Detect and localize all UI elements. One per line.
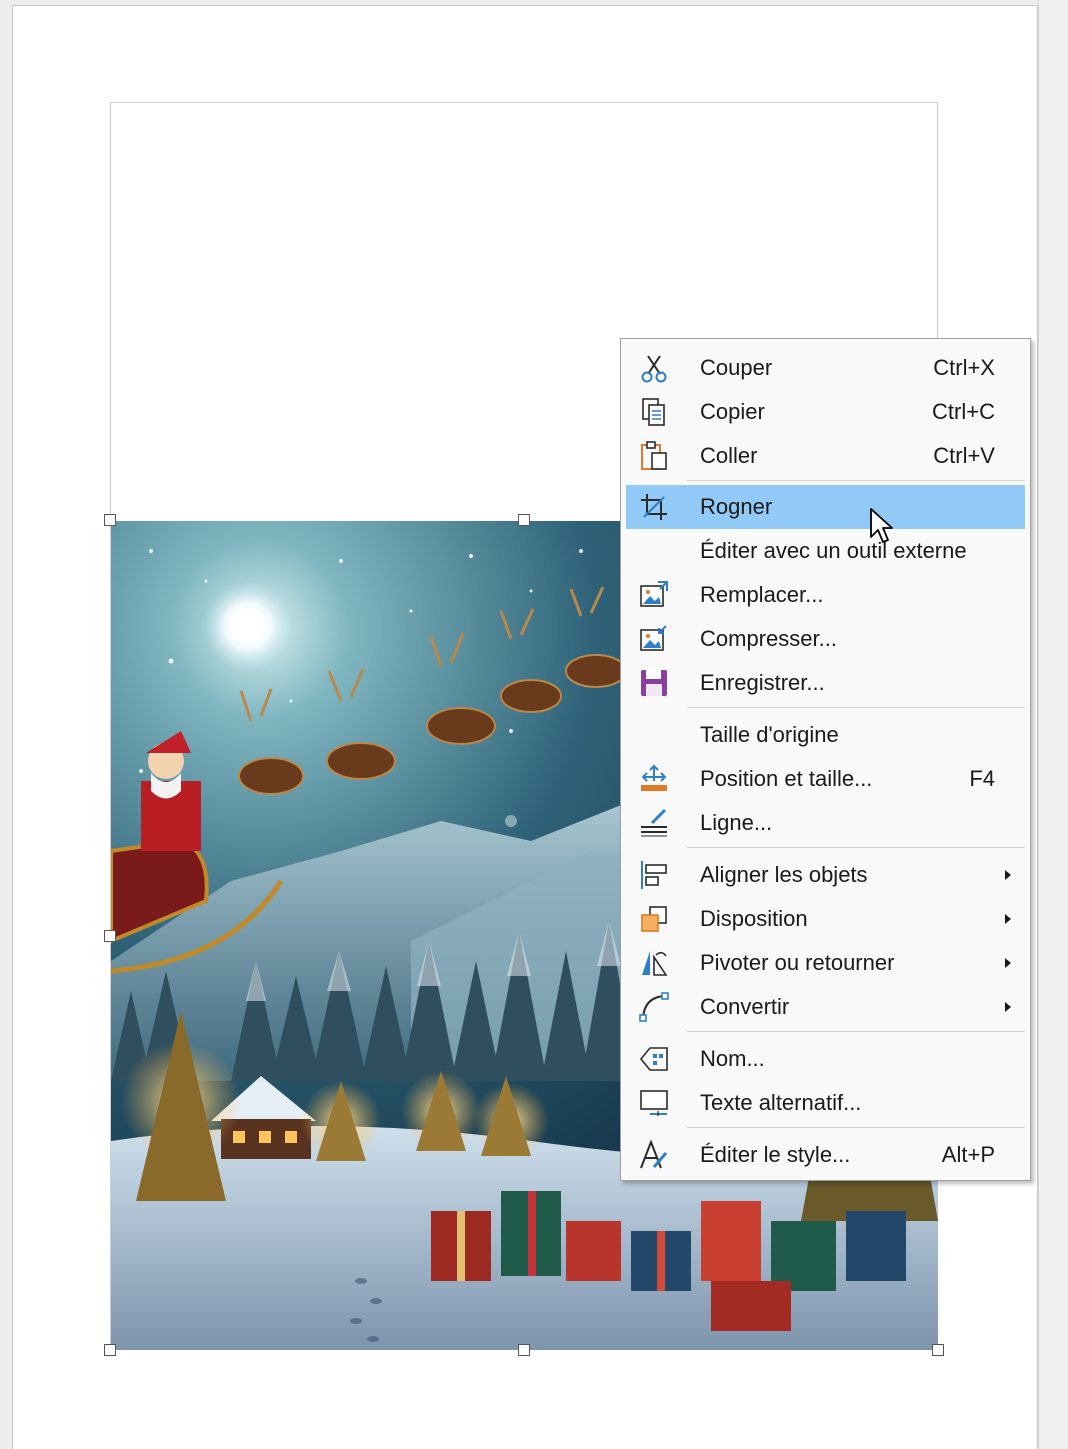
resize-handle-middle-left[interactable] (104, 930, 116, 942)
crop-icon (638, 491, 670, 523)
scissors-icon (638, 352, 670, 384)
menu-item-label: Texte alternatif... (700, 1090, 862, 1115)
menu-item-shortcut: Alt+P (941, 1142, 995, 1167)
resize-handle-top-center[interactable] (518, 514, 530, 526)
menu-item-label: Remplacer... (700, 582, 824, 607)
menu-item-label: Coller (700, 443, 758, 468)
menu-item-shortcut: Ctrl+X (933, 355, 995, 380)
menu-item-original-size[interactable]: Taille d'origine (626, 713, 1025, 757)
submenu-arrow-icon (1005, 870, 1011, 880)
menu-item-label: Compresser... (700, 626, 837, 651)
menu-item-label: Pivoter ou retourner (700, 950, 895, 975)
menu-item-label: Disposition (700, 906, 808, 931)
resize-handle-bottom-center[interactable] (518, 1344, 530, 1356)
scrollbar-gutter[interactable] (1038, 0, 1068, 1448)
rotate-flip-icon (638, 947, 670, 979)
submenu-arrow-icon (1005, 958, 1011, 968)
replace-image-icon (638, 579, 670, 611)
menu-item-edit-external[interactable]: Éditer avec un outil externe (626, 529, 1025, 573)
menu-item-rotate-flip[interactable]: Pivoter ou retourner (626, 941, 1025, 985)
menu-item-label: Enregistrer... (700, 670, 825, 695)
menu-item-label: Couper (700, 355, 773, 380)
menu-item-arrange[interactable]: Disposition (626, 897, 1025, 941)
menu-item-paste[interactable]: Coller Ctrl+V (626, 434, 1025, 478)
mouse-pointer-icon (869, 507, 895, 545)
menu-item-label: Rogner (700, 494, 773, 519)
context-menu: Couper Ctrl+X Copier Ctrl+C Coller Ctrl+… (620, 338, 1031, 1181)
menu-item-crop[interactable]: Rogner (626, 485, 1025, 529)
edit-style-icon (638, 1139, 670, 1171)
line-icon (638, 807, 670, 839)
copy-icon (638, 396, 670, 428)
menu-item-position-size[interactable]: Position et taille... F4 (626, 757, 1025, 801)
menu-item-line[interactable]: Ligne... (626, 801, 1025, 845)
alt-text-icon (638, 1087, 670, 1119)
menu-item-label: Taille d'origine (700, 722, 839, 747)
menu-item-shortcut: F4 (969, 766, 995, 791)
menu-item-replace[interactable]: Remplacer... (626, 573, 1025, 617)
menu-item-compress[interactable]: Compresser... (626, 617, 1025, 661)
menu-item-label: Aligner les objets (700, 862, 868, 887)
align-objects-icon (638, 859, 670, 891)
resize-handle-bottom-right[interactable] (932, 1344, 944, 1356)
save-icon (638, 667, 670, 699)
menu-item-edit-style[interactable]: Éditer le style... Alt+P (626, 1133, 1025, 1177)
menu-item-label: Éditer le style... (700, 1142, 851, 1167)
resize-handle-top-left[interactable] (104, 514, 116, 526)
position-size-icon (638, 763, 670, 795)
menu-separator (687, 847, 1025, 848)
menu-item-label: Convertir (700, 994, 790, 1019)
menu-item-label: Position et taille... (700, 766, 873, 791)
menu-item-name[interactable]: Nom... (626, 1037, 1025, 1081)
menu-item-copy[interactable]: Copier Ctrl+C (626, 390, 1025, 434)
menu-item-align-objects[interactable]: Aligner les objets (626, 853, 1025, 897)
paste-icon (638, 440, 670, 472)
submenu-arrow-icon (1005, 914, 1011, 924)
menu-item-label: Ligne... (700, 810, 773, 835)
submenu-arrow-icon (1005, 1002, 1011, 1012)
menu-item-convert[interactable]: Convertir (626, 985, 1025, 1029)
menu-item-save[interactable]: Enregistrer... (626, 661, 1025, 705)
menu-item-label: Copier (700, 399, 765, 424)
arrange-icon (638, 903, 670, 935)
convert-curve-icon (638, 991, 670, 1023)
menu-item-shortcut: Ctrl+C (932, 399, 995, 424)
menu-item-cut[interactable]: Couper Ctrl+X (626, 346, 1025, 390)
menu-separator (687, 707, 1025, 708)
menu-item-label: Éditer avec un outil externe (700, 538, 967, 563)
menu-item-alt-text[interactable]: Texte alternatif... (626, 1081, 1025, 1125)
name-tag-icon (638, 1043, 670, 1075)
compress-image-icon (638, 623, 670, 655)
menu-item-shortcut: Ctrl+V (933, 443, 995, 468)
menu-separator (687, 1127, 1025, 1128)
resize-handle-bottom-left[interactable] (104, 1344, 116, 1356)
menu-separator (687, 480, 1025, 481)
menu-item-label: Nom... (700, 1046, 765, 1071)
menu-separator (687, 1031, 1025, 1032)
